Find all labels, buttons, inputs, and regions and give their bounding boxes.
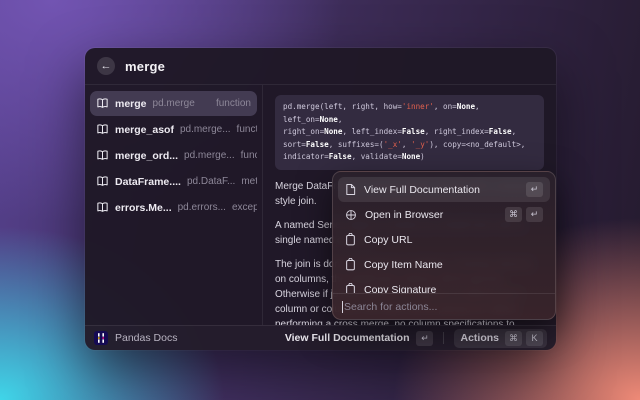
menu-item-label: View Full Documentation (364, 184, 480, 196)
item-title: merge (115, 98, 147, 110)
book-icon (96, 97, 109, 110)
menu-item-label: Copy Item Name (364, 259, 443, 271)
menu-item-label: Copy URL (364, 234, 412, 246)
actions-menu: View Full Documentation ↵ Open in Browse… (332, 171, 556, 320)
pandas-docs-icon (94, 331, 108, 345)
enter-keycap: ↵ (416, 331, 433, 346)
menu-item-label: Open in Browser (365, 209, 443, 221)
item-subtitle: pd.DataF... (187, 176, 235, 187)
item-subtitle: pd.merge (153, 98, 195, 109)
footer-bar: Pandas Docs View Full Documentation ↵ Ac… (85, 325, 556, 350)
enter-keycap: ↵ (526, 207, 543, 222)
clipboard-icon (345, 258, 356, 271)
item-title: DataFrame.... (115, 176, 181, 188)
book-icon (96, 201, 109, 214)
menu-item-copy-signature[interactable]: Copy Signature (338, 277, 550, 293)
item-tag: meth... (241, 176, 257, 187)
menu-item-copy-item-name[interactable]: Copy Item Name (338, 252, 550, 277)
clipboard-icon (345, 283, 356, 293)
list-item-dataframe-merge[interactable]: DataFrame.... pd.DataF... meth... (90, 169, 257, 194)
item-tag: functi... (237, 124, 257, 135)
list-item-merge-asof[interactable]: merge_asof pd.merge... functi... (90, 117, 257, 142)
actions-search-placeholder: Search for actions... (344, 301, 437, 313)
primary-action-label[interactable]: View Full Documentation (285, 332, 410, 344)
menu-item-label: Copy Signature (364, 284, 436, 294)
item-subtitle: pd.merge... (180, 124, 231, 135)
cmd-keycap: ⌘ (505, 331, 522, 346)
item-title: errors.Me... (115, 202, 172, 214)
item-subtitle: pd.merge... (184, 150, 235, 161)
item-tag: function (216, 98, 251, 109)
search-header: ← merge (85, 48, 556, 85)
app-name: Pandas Docs (115, 332, 177, 344)
actions-button[interactable]: Actions ⌘ K (454, 329, 547, 348)
enter-keycap: ↵ (526, 182, 543, 197)
footer-divider (443, 332, 444, 344)
results-list: merge pd.merge function merge_asof pd.me… (85, 85, 263, 325)
menu-item-open-in-browser[interactable]: Open in Browser ⌘ ↵ (338, 202, 550, 227)
book-icon (96, 175, 109, 188)
back-arrow-icon: ← (101, 60, 112, 72)
actions-label: Actions (460, 332, 499, 344)
clipboard-icon (345, 233, 356, 246)
search-input[interactable]: merge (125, 59, 165, 74)
item-tag: functi... (241, 150, 257, 161)
code-block: pd.merge(left, right, how='inner', on=No… (275, 95, 544, 170)
list-item-merge[interactable]: merge pd.merge function (90, 91, 257, 116)
k-keycap: K (526, 331, 543, 346)
list-item-merge-ordered[interactable]: merge_ord... pd.merge... functi... (90, 143, 257, 168)
raycast-window: ← merge merge pd.merge function merge_as… (85, 48, 556, 350)
actions-search-input[interactable]: Search for actions... (333, 293, 555, 319)
book-icon (96, 123, 109, 136)
item-title: merge_asof (115, 124, 174, 136)
back-button[interactable]: ← (97, 57, 115, 75)
cmd-keycap: ⌘ (505, 207, 522, 222)
book-icon (96, 149, 109, 162)
menu-item-copy-url[interactable]: Copy URL (338, 227, 550, 252)
item-subtitle: pd.errors... (178, 202, 226, 213)
text-cursor (342, 301, 343, 313)
menu-item-view-full-documentation[interactable]: View Full Documentation ↵ (338, 177, 550, 202)
document-icon (345, 183, 356, 196)
item-title: merge_ord... (115, 150, 178, 162)
list-item-errors-merge[interactable]: errors.Me... pd.errors... excepti... (90, 195, 257, 220)
actions-menu-list: View Full Documentation ↵ Open in Browse… (333, 172, 555, 293)
item-tag: excepti... (232, 202, 257, 213)
globe-icon (345, 209, 357, 221)
